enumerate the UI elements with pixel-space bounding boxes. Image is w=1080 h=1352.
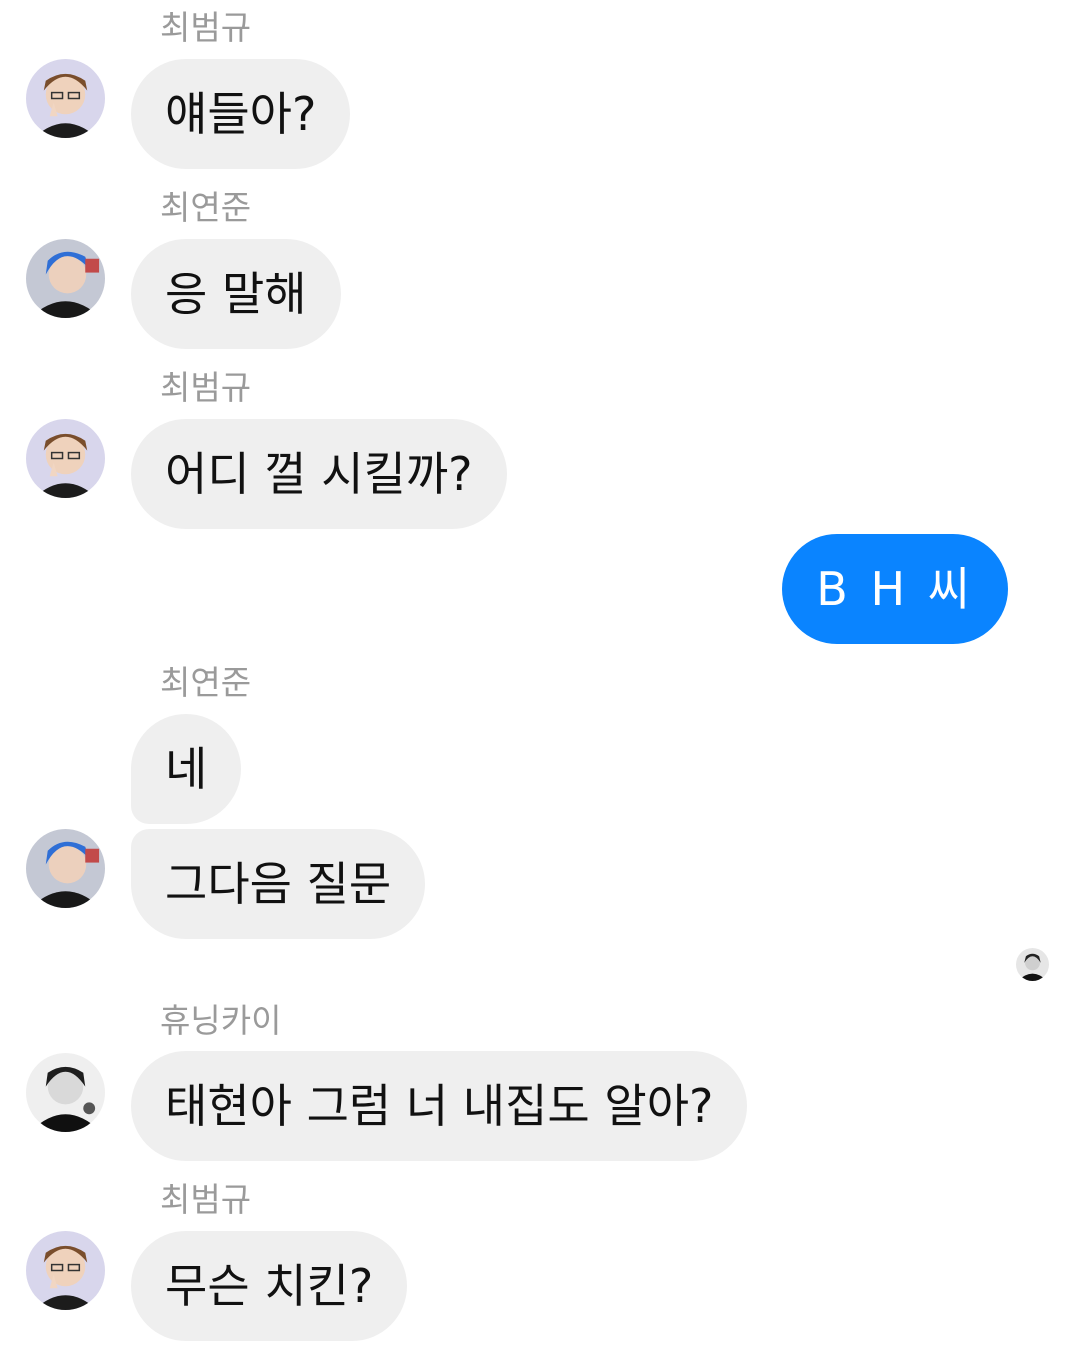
message-bubble[interactable]: 응 말해 [131,239,341,349]
avatar-beomgyu-icon[interactable] [26,419,105,498]
avatar-beomgyu-icon[interactable] [26,59,105,138]
sender-name-beomgyu: 최범규 [160,8,252,47]
sender-name-hueningkai: 휴닝카이 [160,1001,282,1040]
message-bubble[interactable]: 그다음 질문 [131,829,426,939]
message-bubble[interactable]: 얘들아? [131,59,351,169]
avatar-beomgyu-icon[interactable] [26,1231,105,1310]
sender-name-yeonjun: 최연준 [160,663,252,702]
outgoing-message-bubble[interactable]: B H 씨 [782,534,1008,644]
message-bubble[interactable]: 무슨 치킨? [131,1231,408,1341]
sender-name-yeonjun: 최연준 [160,188,252,227]
message-bubble[interactable]: 태현아 그럼 너 내집도 알아? [131,1051,748,1161]
avatar-yeonjun-icon[interactable] [26,239,105,318]
sender-name-beomgyu: 최범규 [160,368,252,407]
message-bubble[interactable]: 어디 껄 시킬까? [131,419,507,529]
message-bubble[interactable]: 네 [131,714,242,824]
seen-avatar-icon [1016,948,1049,981]
avatar-yeonjun-icon[interactable] [26,829,105,908]
avatar-hueningkai-icon[interactable] [26,1053,105,1132]
sender-name-beomgyu: 최범규 [160,1180,252,1219]
